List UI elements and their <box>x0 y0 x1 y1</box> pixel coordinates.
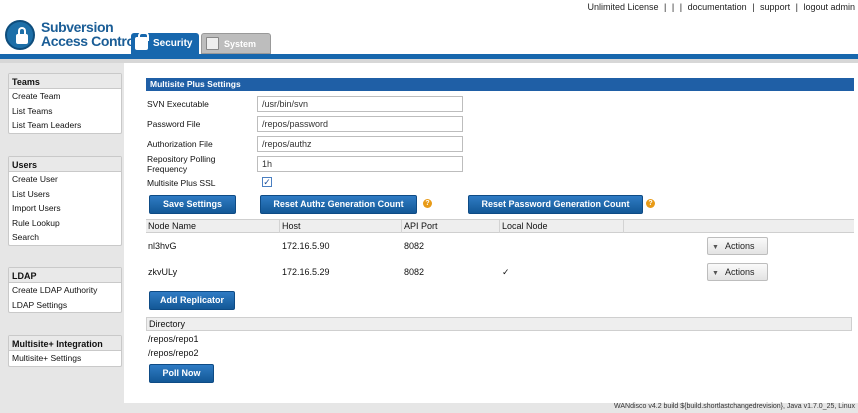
top-links: Unlimited License | | | documentation | … <box>587 2 855 12</box>
api-port-cell: 8082 <box>404 241 425 251</box>
nodes-table: Node Name Host API Port Local Node nl3hv… <box>146 219 854 285</box>
svn-executable-label: SVN Executable <box>147 99 209 109</box>
authorization-file-input[interactable] <box>257 136 463 152</box>
sidebar-item-list-team-leaders[interactable]: List Team Leaders <box>9 118 121 133</box>
chevron-down-icon: ▼ <box>712 244 719 251</box>
ssl-row: Multisite Plus SSL ✓ <box>147 175 347 191</box>
sidebar: Teams Create Team List Teams List Team L… <box>0 63 124 403</box>
sidebar-section-ldap: LDAP Create LDAP Authority LDAP Settings <box>8 267 122 313</box>
tab-security-label: Security <box>153 38 193 49</box>
app-header: Subversion Access Control Unlimited Lice… <box>0 0 858 62</box>
table-row: nl3hvG 172.16.5.90 8082 ▼ Actions <box>146 233 854 259</box>
nodes-table-header: Node Name Host API Port Local Node <box>146 219 854 233</box>
svn-executable-input[interactable] <box>257 96 463 112</box>
local-node-check-icon: ✓ <box>502 267 510 277</box>
add-replicator-button[interactable]: Add Replicator <box>149 291 235 310</box>
ssl-checkbox[interactable]: ✓ <box>262 177 272 187</box>
col-api-port: API Port <box>402 220 500 233</box>
panel-title: Multisite Plus Settings <box>146 78 854 91</box>
sidebar-item-create-team[interactable]: Create Team <box>9 89 121 104</box>
tab-system-label: System <box>224 38 257 49</box>
node-name-cell: nl3hvG <box>148 241 177 251</box>
polling-frequency-row: Repository Polling Frequency <box>147 154 463 174</box>
directory-table-header: Directory <box>146 317 852 331</box>
sidebar-item-create-ldap-authority[interactable]: Create LDAP Authority <box>9 283 121 298</box>
list-item: /repos/repo2 <box>148 348 199 358</box>
chevron-down-icon: ▼ <box>712 270 719 277</box>
sidebar-item-import-users[interactable]: Import Users <box>9 201 121 216</box>
footer: WANdisco v4.2 build ${build.shortlastcha… <box>0 403 858 413</box>
actions-label: Actions <box>724 241 755 251</box>
sidebar-item-multisite-settings[interactable]: Multisite+ Settings <box>9 351 121 366</box>
actions-label: Actions <box>724 267 755 277</box>
logout-link[interactable]: logout admin <box>803 2 855 12</box>
build-info: WANdisco v4.2 build ${build.shortlastcha… <box>614 403 855 410</box>
list-item: /repos/repo1 <box>148 334 199 344</box>
authorization-file-row: Authorization File <box>147 136 463 152</box>
sidebar-title-teams: Teams <box>9 74 121 89</box>
reset-password-button[interactable]: Reset Password Generation Count <box>468 195 643 214</box>
ssl-label: Multisite Plus SSL <box>147 178 216 188</box>
authorization-file-label: Authorization File <box>147 139 213 149</box>
node-name-cell: zkvULy <box>148 267 178 277</box>
save-settings-button[interactable]: Save Settings <box>149 195 236 214</box>
col-node-name: Node Name <box>146 220 280 233</box>
sidebar-section-teams: Teams Create Team List Teams List Team L… <box>8 73 122 134</box>
sidebar-item-ldap-settings[interactable]: LDAP Settings <box>9 298 121 313</box>
support-link[interactable]: support <box>760 2 790 12</box>
password-file-label: Password File <box>147 119 201 129</box>
sidebar-section-multisite: Multisite+ Integration Multisite+ Settin… <box>8 335 122 367</box>
brand-line-2: Access Control <box>41 33 139 49</box>
sidebar-title-ldap: LDAP <box>9 268 121 283</box>
password-file-row: Password File <box>147 116 463 132</box>
monitor-icon <box>206 37 219 50</box>
tab-system[interactable]: System <box>201 33 271 54</box>
unlimited-license-link[interactable]: Unlimited License <box>587 2 658 12</box>
polling-frequency-label: Repository Polling Frequency <box>147 154 216 174</box>
svn-executable-row: SVN Executable <box>147 96 463 112</box>
lock-logo-icon <box>5 20 35 50</box>
main-content: Multisite Plus Settings SVN Executable P… <box>131 63 858 403</box>
sidebar-item-search[interactable]: Search <box>9 230 121 245</box>
col-host: Host <box>280 220 402 233</box>
sidebar-title-users: Users <box>9 157 121 172</box>
sidebar-item-rule-lookup[interactable]: Rule Lookup <box>9 216 121 231</box>
row-actions-button[interactable]: ▼ Actions <box>707 263 768 281</box>
sidebar-section-users: Users Create User List Users Import User… <box>8 156 122 246</box>
sidebar-item-list-users[interactable]: List Users <box>9 187 121 202</box>
sidebar-item-create-user[interactable]: Create User <box>9 172 121 187</box>
brand-title[interactable]: Subversion Access Control <box>41 19 139 49</box>
host-cell: 172.16.5.90 <box>282 241 330 251</box>
brand-line-1: Subversion <box>41 19 114 35</box>
multisite-settings-panel: Multisite Plus Settings SVN Executable P… <box>146 78 854 390</box>
sidebar-title-multisite: Multisite+ Integration <box>9 336 121 351</box>
polling-frequency-input[interactable] <box>257 156 463 172</box>
api-port-cell: 8082 <box>404 267 425 277</box>
sidebar-item-list-teams[interactable]: List Teams <box>9 104 121 119</box>
documentation-link[interactable]: documentation <box>688 2 747 12</box>
tab-security[interactable]: Security <box>131 32 199 54</box>
reset-password-help-icon[interactable]: ? <box>646 199 655 208</box>
host-cell: 172.16.5.29 <box>282 267 330 277</box>
row-actions-button[interactable]: ▼ Actions <box>707 237 768 255</box>
password-file-input[interactable] <box>257 116 463 132</box>
table-row: zkvULy 172.16.5.29 8082 ✓ ▼ Actions <box>146 259 854 285</box>
reset-authz-help-icon[interactable]: ? <box>423 199 432 208</box>
col-local-node: Local Node <box>500 220 624 233</box>
empty-link-separator: | <box>671 2 675 12</box>
poll-now-button[interactable]: Poll Now <box>149 364 214 383</box>
lock-icon <box>135 32 149 50</box>
reset-authz-button[interactable]: Reset Authz Generation Count <box>260 195 417 214</box>
